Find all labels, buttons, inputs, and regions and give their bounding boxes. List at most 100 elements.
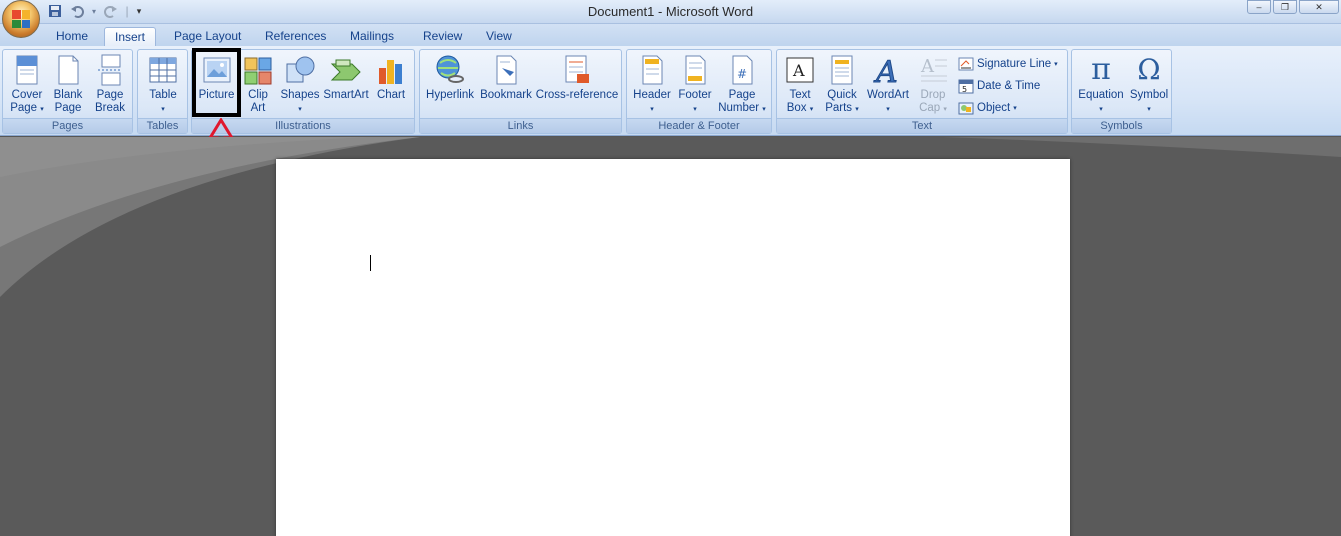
signature-line-icon	[958, 57, 974, 71]
shapes-button[interactable]: Shapes ▾	[278, 52, 322, 116]
equation-label: Equation	[1078, 89, 1124, 101]
office-button[interactable]	[2, 0, 40, 38]
svg-text:5: 5	[962, 85, 967, 94]
footer-button[interactable]: Footer ▾	[673, 52, 717, 116]
object-button[interactable]: Object ▾	[958, 99, 1017, 117]
footer-icon	[685, 55, 706, 85]
chevron-down-icon: ▾	[762, 106, 766, 113]
hyperlink-button[interactable]: Hyperlink	[422, 52, 478, 116]
window-title: Document1 - Microsoft Word	[587, 4, 754, 19]
window-controls: – ❐ ✕	[1247, 0, 1339, 14]
group-label-links: Links	[420, 118, 621, 133]
office-logo-icon	[12, 10, 30, 28]
save-icon[interactable]	[46, 3, 64, 19]
blank-page-icon	[58, 55, 79, 85]
tab-review[interactable]: Review	[413, 27, 472, 46]
page-break-icon	[98, 54, 122, 86]
chevron-down-icon: ▾	[650, 106, 654, 113]
customize-qat-icon[interactable]: ▾	[134, 3, 144, 19]
page-number-button[interactable]: # Page Number ▾	[715, 52, 769, 116]
chevron-down-icon: ▾	[1147, 106, 1151, 113]
quick-parts-label-2: Parts	[825, 102, 853, 114]
bookmark-icon	[496, 55, 517, 85]
signature-line-button[interactable]: Signature Line ▾	[958, 55, 1058, 73]
blank-page-button[interactable]: Blank Page	[48, 52, 88, 116]
tab-home[interactable]: Home	[46, 27, 98, 46]
page-number-label-2: Number	[718, 102, 760, 114]
symbol-button[interactable]: Ω Symbol ▾	[1128, 52, 1170, 116]
ribbon-tabs: Home Insert Page Layout References Maili…	[0, 24, 1341, 46]
chart-button[interactable]: Chart	[370, 52, 412, 116]
svg-text:A: A	[920, 56, 935, 77]
minimize-button[interactable]: –	[1247, 0, 1271, 14]
smartart-button[interactable]: SmartArt	[321, 52, 371, 116]
chevron-down-icon: ▾	[809, 106, 814, 113]
svg-text:#: #	[737, 67, 747, 81]
page-number-icon: #	[732, 55, 753, 85]
document-page[interactable]	[276, 159, 1070, 536]
group-pages: Cover Page ▾ Blank Page Page Break Pages	[2, 49, 133, 134]
smartart-label: SmartArt	[323, 89, 369, 101]
date-time-button[interactable]: 5 Date & Time	[958, 77, 1040, 95]
blank-page-label-1: Blank	[53, 89, 83, 101]
object-icon	[958, 102, 974, 115]
group-label-header-footer: Header & Footer	[627, 118, 771, 133]
page-break-label-2: Break	[94, 102, 126, 114]
svg-text:A: A	[873, 55, 898, 86]
calendar-icon: 5	[958, 79, 974, 94]
qat-separator: |	[125, 4, 129, 18]
quick-parts-button[interactable]: Quick Parts ▾	[821, 52, 863, 116]
header-button[interactable]: Header ▾	[629, 52, 675, 116]
chevron-down-icon: ▾	[693, 106, 697, 113]
tab-references[interactable]: References	[255, 27, 336, 46]
chevron-down-icon: ▾	[1013, 105, 1017, 112]
undo-dropdown-icon[interactable]: ▾	[90, 3, 98, 19]
clip-art-label-2: Art	[250, 102, 266, 114]
tab-mailings[interactable]: Mailings	[340, 27, 404, 46]
tab-view[interactable]: View	[476, 27, 522, 46]
restore-button[interactable]: ❐	[1273, 0, 1297, 14]
group-label-symbols: Symbols	[1072, 118, 1171, 133]
drop-cap-button[interactable]: A Drop Cap ▾	[913, 52, 953, 116]
group-label-pages: Pages	[3, 118, 132, 133]
header-icon	[642, 55, 663, 85]
cover-page-button[interactable]: Cover Page ▾	[5, 52, 49, 116]
close-button[interactable]: ✕	[1299, 0, 1339, 14]
blank-page-label-2: Page	[54, 102, 82, 114]
symbol-label: Symbol	[1129, 89, 1169, 101]
date-time-label: Date & Time	[977, 80, 1041, 92]
cross-reference-label: Cross-reference	[535, 89, 619, 101]
redo-icon[interactable]	[102, 3, 120, 19]
tab-page-layout[interactable]: Page Layout	[164, 27, 251, 46]
cover-page-label-1: Cover	[11, 89, 43, 101]
svg-text:A: A	[792, 61, 805, 80]
chevron-down-icon: ▾	[886, 106, 890, 113]
bookmark-label: Bookmark	[480, 89, 532, 101]
shapes-label: Shapes	[280, 89, 320, 101]
table-button[interactable]: Table ▾	[141, 52, 185, 116]
cover-page-icon	[16, 55, 38, 85]
hyperlink-label: Hyperlink	[426, 89, 474, 101]
page-break-label-1: Page	[96, 89, 124, 101]
cover-page-label-2: Page	[10, 102, 38, 114]
signature-line-label: Signature Line	[977, 58, 1052, 70]
undo-icon[interactable]	[68, 3, 86, 19]
clip-art-button[interactable]: Clip Art	[238, 52, 278, 116]
wordart-icon: A	[873, 55, 899, 87]
chart-icon	[379, 60, 402, 84]
bookmark-button[interactable]: Bookmark	[478, 52, 534, 116]
wordart-button[interactable]: A WordArt ▾	[863, 52, 913, 116]
tab-insert[interactable]: Insert	[104, 27, 157, 46]
smartart-icon	[330, 59, 361, 81]
chevron-down-icon: ▾	[855, 106, 859, 113]
cross-reference-button[interactable]: Cross-reference	[534, 52, 620, 116]
text-box-button[interactable]: A Text Box ▾	[779, 52, 821, 116]
page-break-button[interactable]: Page Break	[89, 52, 131, 116]
page-number-label-1: Page	[728, 89, 756, 101]
drop-cap-label-1: Drop	[920, 89, 946, 101]
clip-art-label-1: Clip	[248, 89, 268, 101]
equation-button[interactable]: π Equation ▾	[1074, 52, 1128, 116]
group-tables: Table ▾ Tables	[137, 49, 188, 134]
text-box-label-2: Box	[786, 102, 807, 114]
group-links: Hyperlink Bookmark Cross-reference Links	[419, 49, 622, 134]
